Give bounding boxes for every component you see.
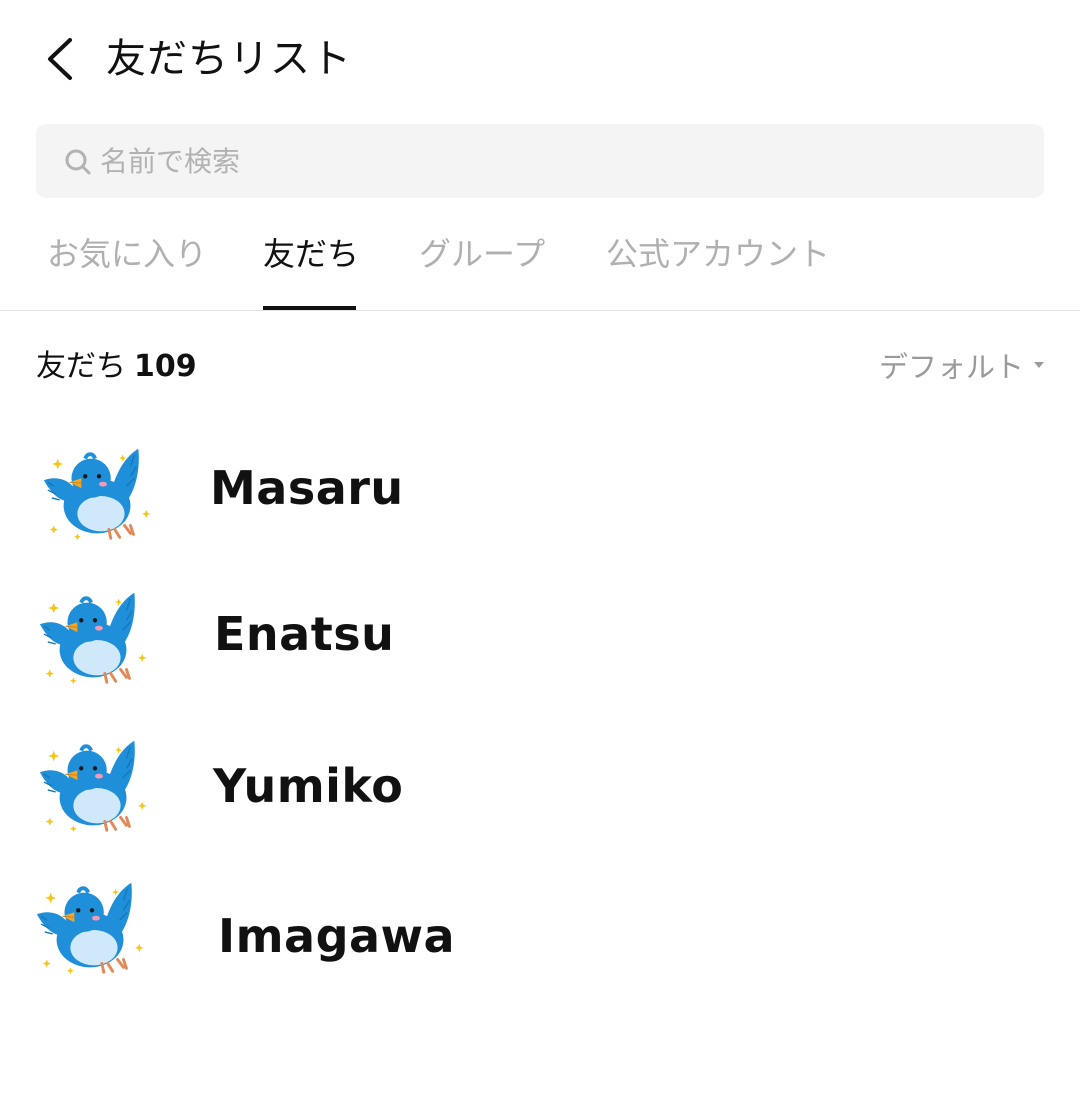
blue-bird-icon	[36, 736, 154, 836]
search-input[interactable]	[100, 124, 1000, 198]
list-header: 友だち 109 デフォルト	[36, 344, 1044, 392]
tab-favorites[interactable]: お気に入り	[47, 232, 207, 276]
sort-label: デフォルト	[878, 350, 1024, 384]
sort-dropdown[interactable]: デフォルト	[879, 344, 1044, 390]
friend-row[interactable]: Yumiko	[0, 726, 1080, 846]
page-title: 友だちリスト	[106, 36, 352, 82]
tab-groups[interactable]: グループ	[419, 232, 545, 276]
friend-name: Enatsu	[214, 607, 395, 661]
friends-count-label: 友だち 109	[36, 344, 197, 390]
friend-name: Imagawa	[218, 909, 456, 963]
friend-row[interactable]: Imagawa	[0, 868, 1080, 988]
search-bar[interactable]	[36, 124, 1044, 198]
blue-bird-icon	[40, 444, 158, 544]
friend-row[interactable]: Masaru	[0, 430, 1080, 550]
friends-label: 友だち	[36, 349, 126, 384]
friend-name: Yumiko	[213, 759, 404, 813]
friends-count: 109	[134, 349, 197, 384]
search-icon	[65, 149, 91, 175]
blue-bird-icon	[36, 588, 154, 688]
chevron-left-icon	[48, 38, 72, 80]
friend-row[interactable]: Enatsu	[0, 576, 1080, 696]
active-tab-indicator	[263, 306, 356, 310]
friend-name: Masaru	[210, 461, 404, 515]
tab-bar: お気に入り 友だち グループ 公式アカウント	[0, 212, 1080, 311]
blue-bird-icon	[33, 878, 151, 978]
back-button[interactable]	[34, 30, 90, 88]
tab-friends[interactable]: 友だち	[263, 232, 359, 276]
caret-down-icon	[1034, 362, 1044, 368]
header: 友だちリスト	[0, 0, 1080, 118]
tab-official-accounts[interactable]: 公式アカウント	[606, 232, 830, 276]
